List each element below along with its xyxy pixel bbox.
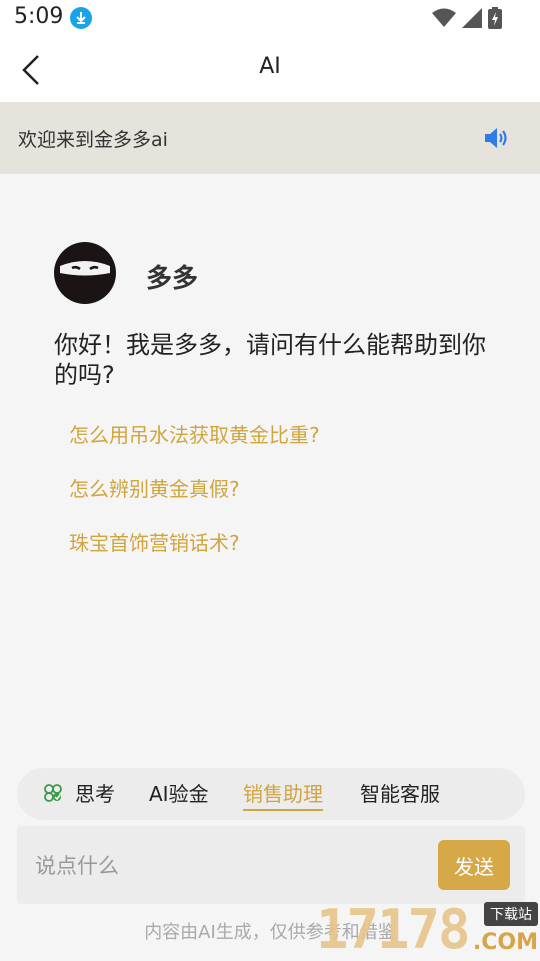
status-bar: 5:09: [0, 0, 540, 36]
tab-customer-service[interactable]: 智能客服: [360, 778, 440, 807]
watermark-number: 17178: [316, 898, 471, 961]
page-title: AI: [259, 54, 281, 79]
status-time: 5:09: [14, 4, 64, 29]
bot-avatar: [54, 242, 116, 304]
tab-think[interactable]: 思考: [75, 778, 115, 807]
welcome-banner: 欢迎来到金多多ai: [0, 102, 540, 174]
signal-icon: [462, 8, 482, 28]
suggestion-3[interactable]: 珠宝首饰营销话术?: [69, 527, 240, 556]
message-input[interactable]: [33, 848, 417, 884]
wifi-icon: [432, 8, 456, 27]
watermark-badge: 下载站: [484, 902, 538, 926]
watermark-domain: .COM: [472, 930, 538, 955]
mode-tabs: 思考 AI验金 销售助理 智能客服: [17, 768, 525, 820]
speaker-icon[interactable]: [482, 124, 510, 152]
watermark-logo: 17178 下载站 .COM: [316, 898, 540, 961]
suggestion-1[interactable]: 怎么用吊水法获取黄金比重?: [69, 419, 320, 448]
think-icon: [44, 784, 62, 802]
input-area: 发送: [17, 826, 525, 904]
tab-ai-gold-check[interactable]: AI验金: [149, 778, 209, 807]
welcome-text: 欢迎来到金多多ai: [18, 129, 168, 151]
nav-bar: AI: [0, 36, 540, 102]
suggestion-2[interactable]: 怎么辨别黄金真假?: [69, 473, 240, 502]
bot-greeting: 你好！我是多多，请问有什么能帮助到你的吗?: [54, 331, 486, 389]
bot-name: 多多: [146, 264, 199, 294]
status-icons: [432, 6, 502, 30]
send-button[interactable]: 发送: [438, 840, 510, 890]
download-icon: [70, 7, 92, 29]
tab-sales-assistant[interactable]: 销售助理: [243, 778, 323, 811]
battery-icon: [488, 7, 502, 29]
